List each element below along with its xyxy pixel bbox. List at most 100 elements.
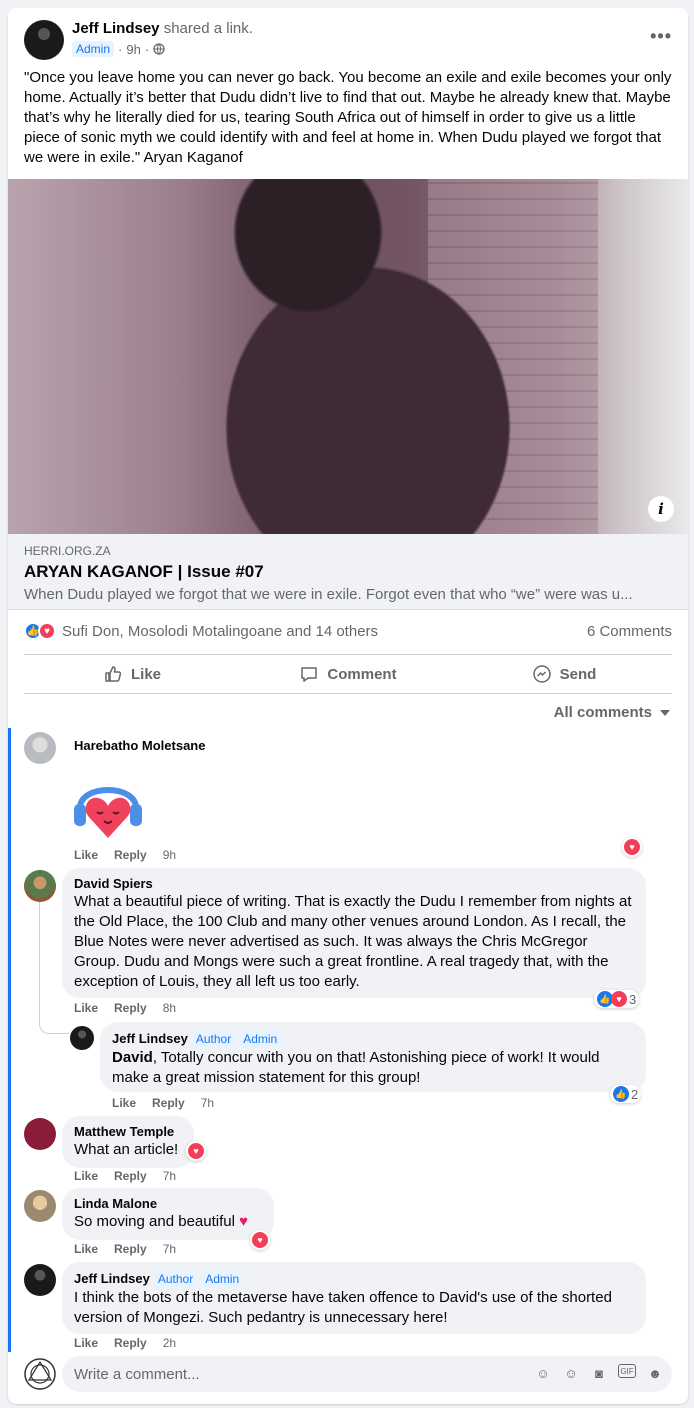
comment-actions: Like Reply 7h: [74, 1242, 176, 1256]
author-badge: Author: [153, 1270, 198, 1288]
comment-time[interactable]: 7h: [201, 1096, 214, 1110]
link-title: ARYAN KAGANOF | Issue #07: [24, 562, 264, 581]
image-saxophonist: [188, 179, 588, 534]
link-preview-image[interactable]: i: [8, 179, 688, 534]
love-reaction-icon: ♥: [624, 839, 640, 855]
like-label: Like: [130, 665, 161, 683]
comment-like-link[interactable]: Like: [74, 1242, 98, 1256]
reaction-count: 2: [631, 1086, 639, 1102]
comment-reaction[interactable]: ♥: [250, 1230, 270, 1250]
reaction-count: 3: [629, 991, 637, 1007]
reaction-summary[interactable]: 👍 ♥ Sufi Don, Mosolodi Motalingoane and …: [24, 622, 378, 640]
author-avatar[interactable]: [24, 20, 64, 60]
comment-text: What a beautiful piece of writing. That …: [74, 893, 632, 990]
comment-text: So moving and beautiful: [74, 1213, 235, 1230]
comment-like-link[interactable]: Like: [112, 1096, 136, 1110]
commenter-avatar[interactable]: [70, 1026, 94, 1050]
comment-reaction[interactable]: ♥: [622, 837, 642, 857]
caret-down-icon: [660, 709, 670, 716]
comment-sort-dropdown[interactable]: All comments: [554, 704, 670, 721]
post-meta: Admin · 9h ·: [72, 41, 165, 57]
link-description: When Dudu played we forgot that we were …: [24, 586, 633, 603]
comment-actions: Like Reply 7h: [112, 1096, 214, 1110]
comment-like-link[interactable]: Like: [74, 1001, 98, 1015]
send-button[interactable]: Send: [456, 655, 672, 693]
sticker-icon[interactable]: ☻: [646, 1364, 664, 1382]
comment-bubble: David Spiers What a beautiful piece of w…: [62, 868, 646, 998]
comment-reply-link[interactable]: Reply: [114, 848, 147, 862]
meta-separator: ·: [118, 41, 123, 57]
comment-author[interactable]: Matthew Temple: [74, 1124, 182, 1140]
comment-reply-link[interactable]: Reply: [114, 1169, 147, 1183]
comment-time[interactable]: 8h: [163, 1001, 176, 1015]
comment-author[interactable]: Jeff Lindsey: [74, 1271, 150, 1287]
emoji-icon[interactable]: ☺: [562, 1364, 580, 1382]
composer-tools: ☺ ☺ ◙ GIF ☻: [534, 1364, 664, 1382]
comment-time[interactable]: 7h: [163, 1242, 176, 1256]
meta-separator: ·: [144, 41, 150, 57]
comment-bubble: Linda Malone So moving and beautiful ♥: [62, 1188, 274, 1240]
messenger-icon: [532, 665, 551, 683]
comment-author-line: Jeff Lindsey Author Admin: [74, 1270, 634, 1288]
comment-author[interactable]: Jeff Lindsey: [112, 1031, 188, 1047]
avatar-sticker-icon[interactable]: ☺: [534, 1364, 552, 1382]
post-body: "Once you leave home you can never go ba…: [24, 69, 672, 166]
send-label: Send: [559, 665, 597, 683]
love-reaction-icon: ♥: [188, 1143, 204, 1159]
camera-icon[interactable]: ◙: [590, 1364, 608, 1382]
admin-badge: Admin: [201, 1270, 244, 1288]
comment-reactions[interactable]: 👍 2: [610, 1085, 642, 1103]
post-author-name[interactable]: Jeff Lindsey: [72, 20, 160, 37]
link-preview-meta[interactable]: HERRI.ORG.ZA ARYAN KAGANOF | Issue #07 W…: [8, 534, 688, 610]
comment-time[interactable]: 9h: [163, 848, 176, 862]
comment-author[interactable]: Linda Malone: [74, 1196, 262, 1212]
admin-badge: Admin: [239, 1030, 282, 1048]
comment-bubble-icon: [301, 667, 318, 682]
post-time[interactable]: 9h: [126, 42, 140, 57]
commenter-avatar[interactable]: [24, 1190, 56, 1222]
comment-actions: Like Reply 2h: [74, 1336, 176, 1350]
thread-indicator: [8, 728, 11, 1352]
love-reaction-icon: ♥: [252, 1232, 268, 1248]
comment-reply-link[interactable]: Reply: [152, 1096, 185, 1110]
comment-text: What an article!: [74, 1141, 179, 1158]
comment-like-link[interactable]: Like: [74, 848, 98, 862]
comment-actions: Like Reply 7h: [74, 1169, 176, 1183]
comment-text-wrap: David, Totally concur with you on that! …: [112, 1048, 634, 1088]
comment-reactions[interactable]: 👍 ♥ 3: [594, 990, 640, 1008]
heart-emoji-icon: ♥: [239, 1213, 249, 1230]
gif-icon[interactable]: GIF: [618, 1364, 636, 1378]
comment-time[interactable]: 7h: [163, 1169, 176, 1183]
comment-like-link[interactable]: Like: [74, 1336, 98, 1350]
comment-text: I think the bots of the metaverse have t…: [74, 1289, 612, 1326]
comment-composer: ☺ ☺ ◙ GIF ☻: [62, 1356, 672, 1392]
comment-bubble: Jeff Lindsey Author Admin David, Totally…: [100, 1022, 646, 1092]
reply-connector: [39, 902, 69, 1034]
comment-input[interactable]: [74, 1356, 514, 1392]
comment-like-link[interactable]: Like: [74, 1169, 98, 1183]
globe-icon: [153, 43, 165, 55]
comment-text: , Totally concur with you on that! Aston…: [112, 1049, 600, 1086]
comment-reply-link[interactable]: Reply: [114, 1001, 147, 1015]
comment-author[interactable]: Harebatho Moletsane: [74, 738, 205, 754]
like-button[interactable]: Like: [24, 655, 240, 693]
comment-actions: Like Reply 8h: [74, 1001, 176, 1015]
commenter-avatar[interactable]: [24, 1264, 56, 1296]
author-badge: Author: [191, 1030, 236, 1048]
commenter-avatar[interactable]: [24, 1118, 56, 1150]
mention-link[interactable]: David: [112, 1049, 153, 1066]
love-reaction-icon: ♥: [611, 991, 627, 1007]
user-avatar[interactable]: [24, 1358, 56, 1390]
info-icon[interactable]: i: [648, 496, 674, 522]
more-horizontal-icon[interactable]: •••: [650, 26, 672, 47]
comment-reply-link[interactable]: Reply: [114, 1242, 147, 1256]
comment-time[interactable]: 2h: [163, 1336, 176, 1350]
comment-reply-link[interactable]: Reply: [114, 1336, 147, 1350]
comment-reaction[interactable]: ♥: [186, 1141, 206, 1161]
comment-bubble: Matthew Temple What an article!: [62, 1116, 194, 1168]
commenter-avatar[interactable]: [24, 870, 56, 902]
comment-button[interactable]: Comment: [240, 655, 456, 693]
comment-author[interactable]: David Spiers: [74, 876, 634, 892]
commenter-avatar[interactable]: [24, 732, 56, 764]
comment-count[interactable]: 6 Comments: [587, 623, 672, 640]
